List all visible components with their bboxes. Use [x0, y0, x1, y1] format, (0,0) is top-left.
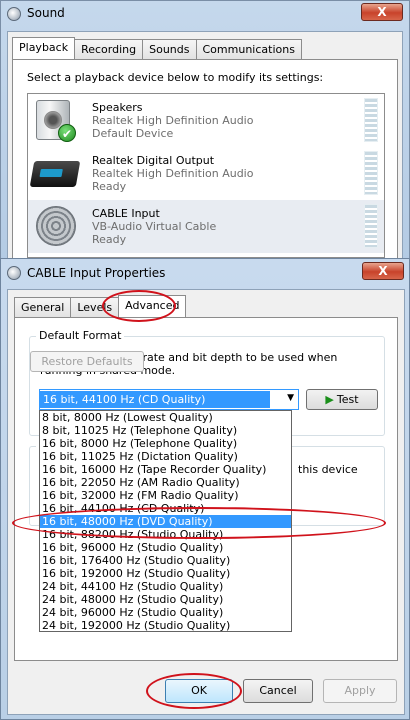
sound-app-icon: [7, 7, 21, 21]
format-option[interactable]: 16 bit, 22050 Hz (AM Radio Quality): [40, 476, 291, 489]
cable-icon: [32, 204, 78, 248]
format-option[interactable]: 8 bit, 8000 Hz (Lowest Quality): [40, 411, 291, 424]
device-name: Realtek Digital Output: [92, 154, 215, 167]
format-option[interactable]: 16 bit, 16000 Hz (Tape Recorder Quality): [40, 463, 291, 476]
device-name: CABLE Input: [92, 207, 160, 220]
tab-communications[interactable]: Communications: [195, 39, 302, 59]
device-description: Realtek High Definition Audio: [92, 167, 254, 180]
digital-output-icon: [29, 151, 81, 195]
default-check-icon: ✔: [58, 124, 76, 142]
level-meter: [364, 151, 378, 195]
speaker-icon: ✔: [32, 98, 78, 142]
cancel-button[interactable]: Cancel: [243, 679, 313, 703]
level-meter: [364, 98, 378, 142]
format-option[interactable]: 16 bit, 32000 Hz (FM Radio Quality): [40, 489, 291, 502]
tab-recording[interactable]: Recording: [74, 39, 144, 59]
apply-button[interactable]: Apply: [323, 679, 397, 703]
format-option[interactable]: 16 bit, 176400 Hz (Studio Quality): [40, 554, 291, 567]
format-option[interactable]: 16 bit, 192000 Hz (Studio Quality): [40, 567, 291, 580]
format-option[interactable]: 24 bit, 96000 Hz (Studio Quality): [40, 606, 291, 619]
play-icon: ▶: [325, 393, 334, 406]
device-list: ✔ Speakers Realtek High Definition Audio…: [27, 93, 385, 258]
device-status: Ready: [92, 233, 127, 246]
format-select[interactable]: 16 bit, 44100 Hz (CD Quality) ▼: [39, 389, 299, 410]
tab-general[interactable]: General: [14, 297, 72, 317]
device-description: VB-Audio Virtual Cable: [92, 220, 217, 233]
test-button[interactable]: ▶ Test: [306, 389, 378, 410]
sound-window-title: Sound: [27, 6, 65, 20]
format-option[interactable]: 16 bit, 96000 Hz (Studio Quality): [40, 541, 291, 554]
format-select-value: 16 bit, 44100 Hz (CD Quality): [40, 391, 270, 408]
device-speakers[interactable]: ✔ Speakers Realtek High Definition Audio…: [28, 94, 384, 147]
playback-panel: Select a playback device below to modify…: [12, 59, 398, 259]
test-button-label: Test: [336, 393, 359, 406]
device-digital-output[interactable]: Realtek Digital Output Realtek High Defi…: [28, 147, 384, 200]
format-option[interactable]: 24 bit, 48000 Hz (Studio Quality): [40, 593, 291, 606]
properties-close-button[interactable]: X: [362, 262, 404, 280]
tab-playback[interactable]: Playback: [12, 37, 76, 59]
chevron-down-icon[interactable]: ▼: [287, 393, 294, 403]
format-option[interactable]: 16 bit, 11025 Hz (Dictation Quality): [40, 450, 291, 463]
format-option[interactable]: 16 bit, 8000 Hz (Telephone Quality): [40, 437, 291, 450]
device-cable-input[interactable]: CABLE Input VB-Audio Virtual Cable Ready: [28, 200, 384, 253]
sound-window: Sound X Playback Recording Sounds Commun…: [0, 0, 410, 262]
playback-instruction: Select a playback device below to modify…: [27, 71, 324, 84]
sound-close-button[interactable]: X: [361, 3, 403, 21]
sound-titlebar: Sound X: [1, 1, 409, 29]
sound-tabs: Playback Recording Sounds Communications: [12, 37, 302, 59]
format-option[interactable]: 8 bit, 11025 Hz (Telephone Quality): [40, 424, 291, 437]
device-status: Default Device: [92, 127, 174, 140]
format-option[interactable]: 24 bit, 192000 Hz (Studio Quality): [40, 619, 291, 632]
annotation-advanced-tab: [102, 290, 176, 322]
format-option[interactable]: 24 bit, 44100 Hz (Studio Quality): [40, 580, 291, 593]
exclusive-mode-text: this device: [298, 463, 358, 476]
tab-sounds[interactable]: Sounds: [142, 39, 197, 59]
default-format-legend: Default Format: [36, 329, 125, 342]
properties-window-title: CABLE Input Properties: [27, 266, 166, 280]
level-meter: [364, 204, 378, 248]
properties-app-icon: [7, 266, 21, 280]
device-description: Realtek High Definition Audio: [92, 114, 254, 127]
restore-defaults-button[interactable]: Restore Defaults: [30, 351, 144, 372]
properties-titlebar: CABLE Input Properties X: [1, 259, 409, 287]
device-name: Speakers: [92, 101, 143, 114]
device-status: Ready: [92, 180, 127, 193]
annotation-ok-button: [146, 673, 242, 709]
annotation-dvd-quality: [12, 507, 386, 539]
sound-body: Playback Recording Sounds Communications…: [7, 31, 403, 261]
